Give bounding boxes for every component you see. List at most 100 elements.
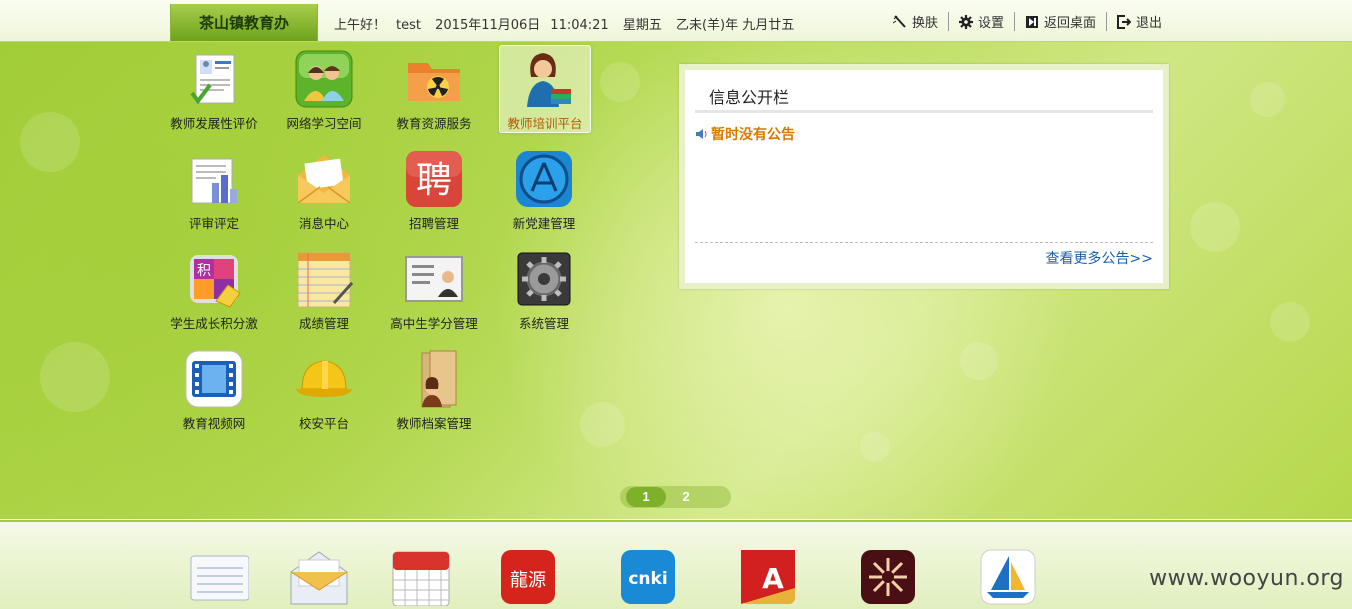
return-desktop-button[interactable]: 返回桌面 <box>1013 12 1106 31</box>
gear-icon <box>958 14 973 29</box>
desktop-area: 教师发展性评价 网络学习空间 教育资源服务 教师培训平台 评审评定 消息中心 聘… <box>0 42 1352 519</box>
weekday: 星期五 <box>622 18 662 33</box>
svg-text:龍源: 龍源 <box>510 570 546 591</box>
settings-label: 设置 <box>977 16 1004 31</box>
app-label: 成绩管理 <box>298 316 349 331</box>
background-bubble <box>600 62 640 102</box>
logout-label: 退出 <box>1135 16 1162 31</box>
teacher-evaluation-icon <box>190 54 235 105</box>
safety-helmet-icon <box>296 360 352 397</box>
longyuan-icon: 龍源 <box>501 550 555 604</box>
app-label: 教育资源服务 <box>396 116 472 131</box>
app-system-management[interactable]: 系统管理 <box>499 246 589 332</box>
app-recruitment[interactable]: 聘 招聘管理 <box>389 146 479 232</box>
app-growth-points[interactable]: 积 学生成长积分激 <box>169 246 259 332</box>
current-date: 2015年11月06日 <box>435 18 541 33</box>
bottom-dock: 龍源 cnki A www.wooyun.org <box>0 520 1352 609</box>
app-label: 教育视频网 <box>182 416 246 431</box>
app-label: 系统管理 <box>518 316 569 331</box>
more-notices-link[interactable]: 查看更多公告>> <box>1046 248 1153 268</box>
cnki-icon: cnki <box>621 550 675 604</box>
unit-name-tab[interactable]: 茶山镇教育办 <box>170 4 318 41</box>
app-label: 校安平台 <box>298 416 349 431</box>
notepad-icon <box>190 555 250 601</box>
background-bubble <box>1190 202 1240 252</box>
dock-huiya[interactable]: A <box>739 548 799 606</box>
app-label: 新党建管理 <box>512 216 576 231</box>
learning-space-icon <box>295 50 353 108</box>
app-review[interactable]: 评审评定 <box>169 146 259 232</box>
app-store-icon <box>516 151 572 207</box>
skin-label: 换肤 <box>911 16 938 31</box>
app-school-safety[interactable]: 校安平台 <box>279 346 369 432</box>
dock-calendar[interactable] <box>391 548 451 607</box>
resource-folder-icon <box>408 63 460 101</box>
score-notepad-icon <box>297 252 354 308</box>
teacher-archive-icon <box>421 350 457 408</box>
background-bubble <box>40 342 110 412</box>
growth-points-icon: 积 <box>190 255 241 308</box>
app-teacher-training[interactable]: 教师培训平台 <box>499 45 591 133</box>
app-label: 教师发展性评价 <box>170 116 258 131</box>
skin-button[interactable]: 换肤 <box>883 12 948 31</box>
app-score-management[interactable]: 成绩管理 <box>279 246 369 332</box>
app-label: 消息中心 <box>298 216 349 231</box>
background-bubble <box>960 342 998 380</box>
app-label: 教师档案管理 <box>396 416 472 431</box>
settings-button[interactable]: 设置 <box>947 12 1014 31</box>
app-resource-service[interactable]: 教育资源服务 <box>389 46 479 132</box>
sailboat-icon <box>980 549 1036 605</box>
background-bubble <box>580 402 625 447</box>
mail-icon <box>290 551 348 605</box>
dock-mail[interactable] <box>289 548 349 606</box>
dock-sailboat[interactable] <box>979 548 1039 606</box>
recruit-icon: 聘 <box>406 151 462 207</box>
notice-divider <box>695 110 1153 113</box>
return-desktop-icon <box>1025 15 1038 28</box>
app-teacher-evaluation[interactable]: 教师发展性评价 <box>169 46 259 132</box>
notice-title: 信息公开栏 <box>709 88 790 107</box>
background-bubble <box>1270 302 1310 342</box>
envelope-icon <box>297 155 351 204</box>
app-credit-management[interactable]: 高中生学分管理 <box>389 246 479 332</box>
calendar-icon <box>392 551 450 607</box>
username: test <box>396 18 421 33</box>
dock-longyuan[interactable]: 龍源 <box>499 548 559 606</box>
app-party-building[interactable]: 新党建管理 <box>499 146 589 232</box>
app-label: 高中生学分管理 <box>390 316 478 331</box>
svg-text:A: A <box>762 562 784 595</box>
greeting-text: 上午好！ <box>334 18 387 33</box>
dock-sun-logo[interactable] <box>859 548 919 606</box>
huiya-icon: A <box>741 550 795 604</box>
lunar-date: 乙未(羊)年 九月廿五 <box>675 18 795 33</box>
background-bubble <box>1250 82 1285 117</box>
watermark-text: www.wooyun.org <box>1149 566 1344 591</box>
video-film-icon <box>185 350 243 408</box>
background-bubble <box>20 112 80 172</box>
teacher-training-icon <box>527 53 571 107</box>
svg-text:聘: 聘 <box>416 160 452 201</box>
page-switcher: 1 2 <box>620 486 731 508</box>
app-label: 网络学习空间 <box>286 116 362 131</box>
dock-cnki[interactable]: cnki <box>619 548 679 606</box>
speaker-icon <box>696 129 707 139</box>
background-bubble <box>860 432 890 462</box>
dock-notepad[interactable] <box>189 548 250 606</box>
app-label: 招聘管理 <box>408 216 459 231</box>
app-video-network[interactable]: 教育视频网 <box>169 346 259 432</box>
logout-icon <box>1116 14 1131 29</box>
app-label: 评审评定 <box>188 216 239 231</box>
app-label: 教师培训平台 <box>507 116 583 131</box>
review-chart-icon <box>191 158 237 204</box>
top-bar: 茶山镇教育办 上午好！ test 2015年11月06日 11:04:21 星期五 … <box>0 0 1352 42</box>
current-time: 11:04:21 <box>550 18 609 33</box>
svg-text:cnki: cnki <box>628 569 667 589</box>
page-2-button[interactable]: 2 <box>666 487 706 507</box>
app-message-center[interactable]: 消息中心 <box>279 146 369 232</box>
page-1-button[interactable]: 1 <box>626 487 666 507</box>
greeting-bar: 上午好！ test 2015年11月06日 11:04:21 星期五 乙未(羊)年 … <box>334 14 804 33</box>
app-teacher-archive[interactable]: 教师档案管理 <box>389 346 479 432</box>
app-learning-space[interactable]: 网络学习空间 <box>279 46 369 132</box>
toolbar: 换肤 设置 返回桌面 退出 <box>883 12 1172 31</box>
logout-button[interactable]: 退出 <box>1105 12 1172 31</box>
